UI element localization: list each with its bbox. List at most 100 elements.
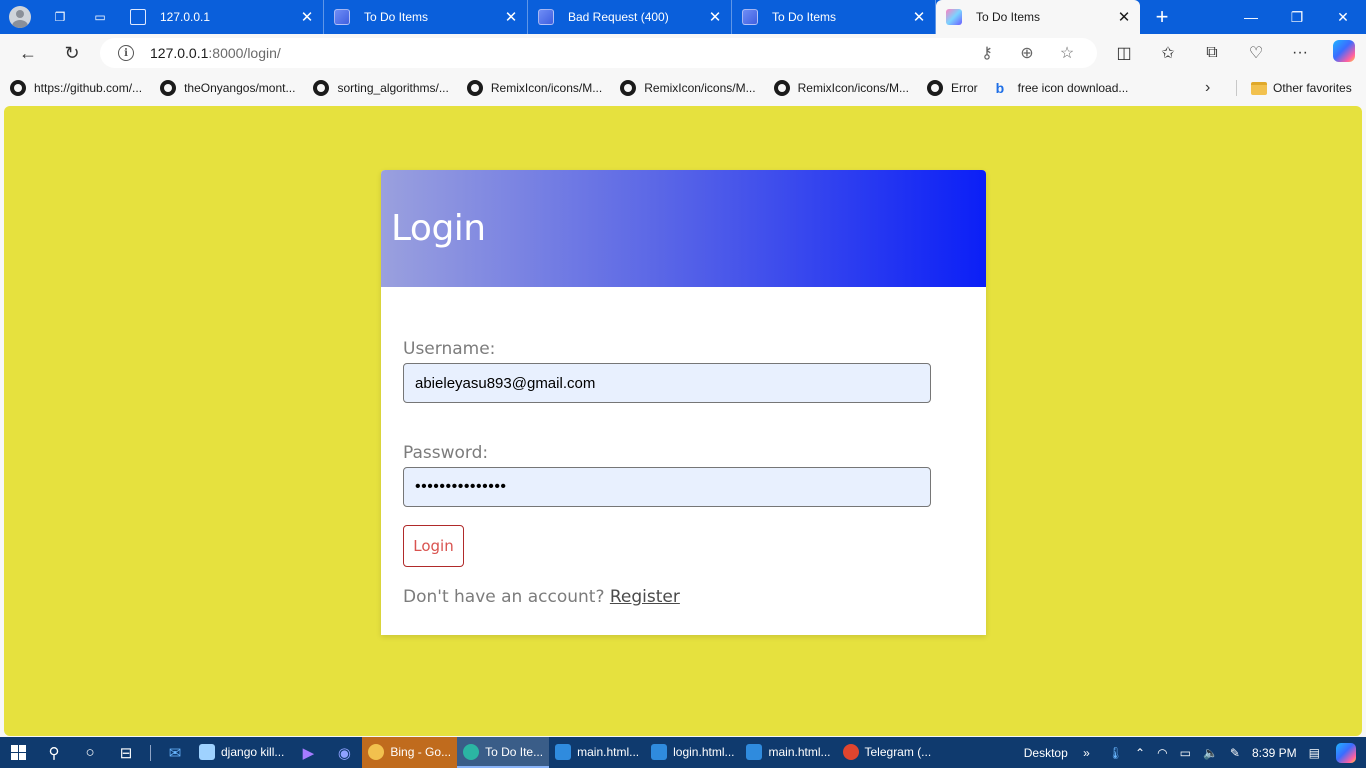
bookmark-item[interactable]: RemixIcon/icons/M... — [773, 80, 909, 96]
chevron-up-icon[interactable]: ⌃ — [1129, 746, 1151, 760]
tab-1[interactable]: 127.0.0.1 ✕ — [120, 0, 324, 34]
browser-essentials-icon[interactable]: ♡ — [1234, 43, 1278, 63]
bookmark-item[interactable]: Error — [926, 80, 978, 96]
tab-title: Bad Request (400) — [568, 10, 669, 24]
minimize-icon: — — [1244, 9, 1258, 25]
username-input[interactable] — [403, 363, 931, 403]
taskbar-app[interactable]: django kill... — [193, 737, 290, 768]
browser-toolbar: ← ↻ i 127.0.0.1:8000/login/ ⚷ ⊕ ☆ ◫ ✩ ⧉ … — [0, 34, 1366, 72]
bookmark-label: theOnyangos/mont... — [184, 81, 296, 95]
battery-icon[interactable]: ▭ — [1174, 746, 1197, 760]
copilot-icon[interactable] — [1336, 742, 1356, 763]
close-window-button[interactable]: ✕ — [1320, 0, 1366, 34]
other-favorites-folder[interactable]: Other favorites — [1251, 72, 1352, 104]
close-icon[interactable]: ✕ — [299, 8, 315, 26]
github-icon — [620, 80, 637, 96]
site-info-icon[interactable]: i — [118, 45, 134, 61]
volume-icon[interactable]: 🔈 — [1197, 746, 1224, 760]
bookmark-item[interactable]: RemixIcon/icons/M... — [466, 80, 602, 96]
taskbar-app[interactable]: To Do Ite... — [457, 737, 550, 768]
github-icon — [160, 80, 177, 96]
workspaces-icon: ❐ — [54, 10, 66, 24]
taskbar-app-label: main.html... — [768, 744, 831, 759]
register-link[interactable]: Register — [610, 587, 680, 607]
tab-strip-left-icons: ❐ ▭ — [0, 0, 120, 34]
vscode-icon — [555, 743, 572, 760]
outlook-button[interactable]: ✉ — [157, 737, 193, 768]
github-icon — [926, 80, 943, 96]
bookmark-item[interactable]: RemixIcon/icons/M... — [620, 80, 756, 96]
profile-button[interactable] — [0, 0, 40, 34]
more-favorites-button[interactable]: › — [1205, 72, 1210, 104]
weather-icon[interactable]: 🌡 — [1102, 746, 1129, 760]
favorites-icon[interactable]: ✩ — [1146, 43, 1190, 63]
favorites-bar: https://github.com/... theOnyangos/mont.… — [0, 72, 1366, 104]
bookmark-item[interactable]: sorting_algorithms/... — [313, 80, 449, 96]
plus-icon: + — [1155, 4, 1169, 29]
bookmark-item[interactable]: theOnyangos/mont... — [160, 80, 295, 96]
taskbar-app[interactable]: Bing - Go... — [362, 737, 458, 768]
restore-button[interactable]: ❐ — [1274, 0, 1320, 34]
tab-4[interactable]: To Do Items ✕ — [732, 0, 936, 34]
desktop-toolbar[interactable]: Desktop » — [1012, 746, 1102, 760]
back-button[interactable]: ← — [6, 34, 50, 72]
register-prompt: Don't have an account? Register — [403, 587, 964, 607]
bookmark-item[interactable]: https://github.com/... — [10, 80, 142, 96]
login-form: Username: Password: Login Don't have an … — [381, 287, 986, 607]
zoom-icon[interactable]: ⊕ — [1007, 43, 1047, 63]
site-favicon-icon — [538, 9, 554, 25]
password-key-icon[interactable]: ⚷ — [967, 43, 1007, 63]
copilot-button[interactable] — [1322, 39, 1366, 67]
address-url[interactable]: 127.0.0.1:8000/login/ — [150, 45, 281, 61]
start-button[interactable] — [0, 737, 36, 768]
tab-2[interactable]: To Do Items ✕ — [324, 0, 528, 34]
login-button[interactable]: Login — [403, 525, 464, 567]
bookmark-label: free icon download... — [1017, 81, 1129, 95]
search-button[interactable]: ⚲ — [36, 737, 72, 768]
close-icon[interactable]: ✕ — [911, 8, 927, 26]
new-tab-button[interactable]: + — [1140, 0, 1184, 34]
star-icon[interactable]: ☆ — [1047, 43, 1087, 63]
page-title: Login — [391, 208, 486, 249]
bookmark-label: Error — [950, 81, 978, 95]
wifi-icon[interactable]: ◠ — [1151, 746, 1173, 760]
tab-actions-button[interactable]: ▭ — [80, 0, 120, 34]
taskbar-app[interactable]: login.html... — [645, 737, 740, 768]
tab-5-active[interactable]: To Do Items ✕ — [936, 0, 1140, 34]
edge-icon — [463, 743, 480, 760]
workspaces-button[interactable]: ❐ — [40, 0, 80, 34]
media-player-icon: ▶ — [302, 744, 315, 762]
address-bar[interactable]: i 127.0.0.1:8000/login/ ⚷ ⊕ ☆ — [100, 38, 1097, 68]
bing-icon: b — [995, 80, 1005, 96]
login-card: Login Username: Password: Login Don't ha… — [381, 170, 986, 635]
media-player-button[interactable]: ▶ — [290, 737, 326, 768]
taskbar-app[interactable]: main.html... — [740, 737, 836, 768]
taskbar-app[interactable]: main.html... — [549, 737, 645, 768]
split-screen-icon[interactable]: ◫ — [1102, 43, 1146, 63]
password-input[interactable] — [403, 467, 931, 507]
discord-button[interactable]: ◉ — [326, 737, 362, 768]
pen-icon[interactable]: ✎ — [1224, 746, 1246, 760]
cortana-button[interactable]: ○ — [72, 737, 108, 768]
bookmark-label: RemixIcon/icons/M... — [644, 81, 756, 95]
url-path: :8000/login/ — [208, 45, 281, 61]
more-options-icon[interactable]: ··· — [1278, 44, 1322, 62]
taskbar-app-label: Bing - Go... — [390, 744, 452, 759]
restore-icon: ❐ — [1290, 8, 1304, 25]
taskbar-app[interactable]: Telegram (... — [837, 737, 938, 768]
search-icon: ⚲ — [48, 744, 60, 762]
tab-3[interactable]: Bad Request (400) ✕ — [528, 0, 732, 34]
close-icon[interactable]: ✕ — [503, 8, 519, 26]
bookmark-label: https://github.com/... — [34, 81, 143, 95]
notifications-icon[interactable]: ▤ — [1303, 746, 1326, 760]
arrow-left-icon: ← — [19, 42, 37, 63]
minimize-button[interactable]: — — [1228, 0, 1274, 34]
bookmark-item[interactable]: b free icon download... — [996, 80, 1129, 96]
close-icon[interactable]: ✕ — [707, 8, 723, 26]
collections-icon[interactable]: ⧉ — [1190, 44, 1234, 62]
task-view-button[interactable]: ⊟ — [108, 737, 144, 768]
close-icon[interactable]: ✕ — [1116, 8, 1132, 26]
clock[interactable]: 8:39 PM — [1246, 746, 1303, 760]
browser-tab-strip: ❐ ▭ 127.0.0.1 ✕ To Do Items ✕ Bad Reques… — [0, 0, 1366, 34]
refresh-button[interactable]: ↻ — [50, 34, 94, 72]
